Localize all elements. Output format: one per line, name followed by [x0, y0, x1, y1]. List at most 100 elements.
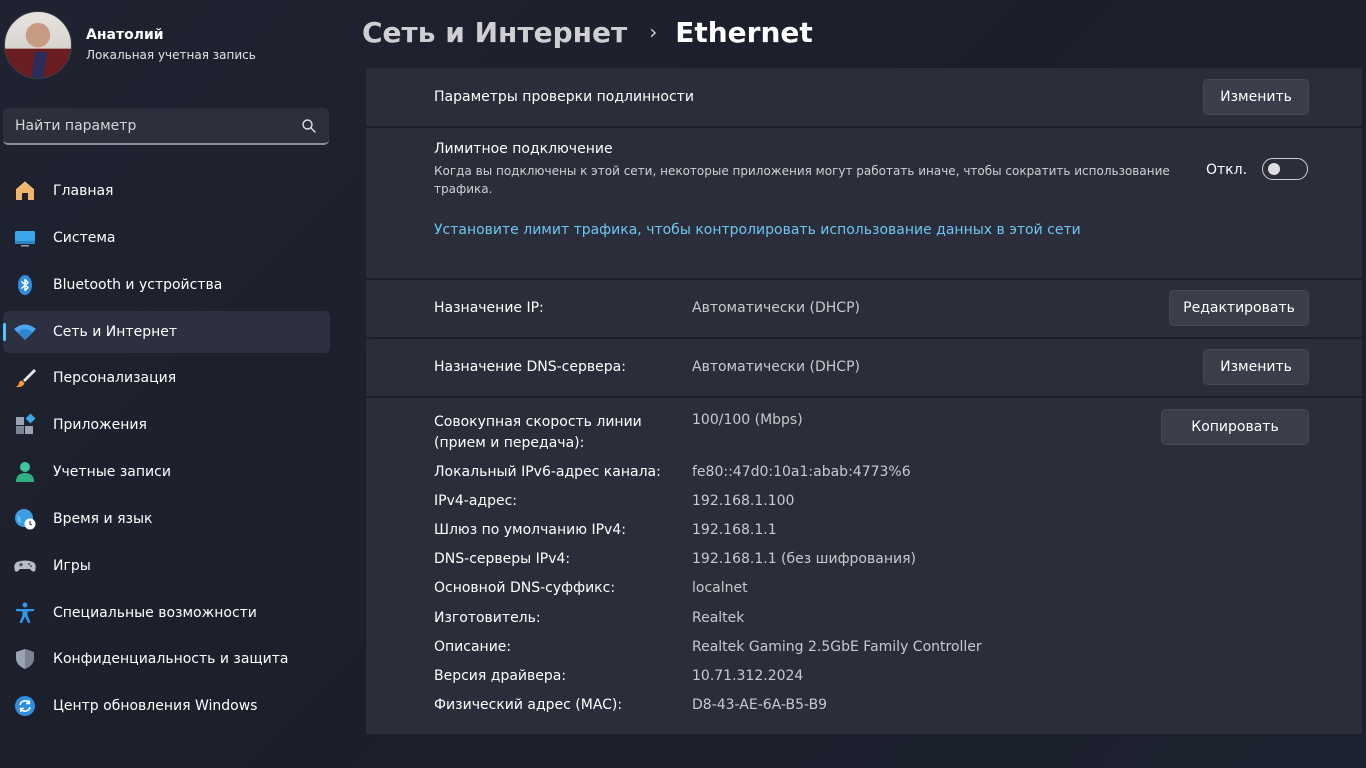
property-label: Описание:	[434, 639, 512, 655]
link-speed-value: 100/100 (Mbps)	[692, 412, 803, 428]
metered-toggle-state: Откл.	[1206, 162, 1248, 178]
breadcrumb-separator: ›	[649, 20, 658, 44]
property-row: IPv4-адрес: 192.168.1.100	[366, 493, 1362, 522]
property-label: Версия драйвера:	[434, 668, 567, 684]
avatar[interactable]	[4, 11, 72, 79]
property-label: Шлюз по умолчанию IPv4:	[434, 522, 626, 538]
gamepad-icon	[13, 554, 37, 578]
sidebar-item-privacy[interactable]: Конфиденциальность и защита	[3, 638, 330, 680]
accessibility-icon	[13, 601, 37, 625]
link-speed-label: Совокупная скорость линии (прием и перед…	[434, 412, 642, 454]
profile-account-type: Локальная учетная запись	[86, 48, 256, 62]
sidebar-item-label: Главная	[53, 183, 114, 199]
sidebar-item-label: Bluetooth и устройства	[53, 276, 223, 293]
brush-icon	[13, 366, 37, 390]
ip-assignment-label: Назначение IP:	[434, 300, 544, 316]
property-row: Основной DNS-суффикс: localnet	[366, 580, 1362, 609]
dns-assignment-card: Назначение DNS-сервера: Автоматически (D…	[366, 339, 1362, 396]
data-limit-link[interactable]: Установите лимит трафика, чтобы контроли…	[434, 222, 1081, 238]
home-icon	[13, 179, 37, 203]
auth-settings-card: Параметры проверки подлинности Изменить	[366, 68, 1362, 126]
bluetooth-icon	[13, 273, 37, 297]
metered-description: Когда вы подключены к этой сети, некотор…	[434, 164, 1170, 196]
breadcrumb-parent-link[interactable]: Сеть и Интернет	[362, 16, 627, 49]
wifi-icon	[13, 320, 37, 344]
user-profile[interactable]: Анатолий Локальная учетная запись	[4, 10, 256, 80]
sidebar-item-system[interactable]: Система	[3, 217, 330, 259]
metered-toggle[interactable]	[1262, 158, 1308, 180]
search-icon[interactable]	[301, 118, 317, 134]
sidebar-item-label: Приложения	[53, 417, 147, 434]
property-label: Основной DNS-суффикс:	[434, 580, 616, 596]
sidebar-nav: Главная Система Bluetooth и устройства С…	[3, 170, 330, 732]
dns-assignment-label: Назначение DNS-сервера:	[434, 359, 626, 375]
copy-button[interactable]: Копировать	[1161, 409, 1309, 445]
properties-card: Совокупная скорость линии (прием и перед…	[366, 398, 1362, 734]
auth-settings-label: Параметры проверки подлинности	[434, 89, 694, 105]
sidebar-item-label: Центр обновления Windows	[53, 698, 258, 715]
property-value: Realtek Gaming 2.5GbE Family Controller	[692, 639, 982, 655]
sidebar-item-accounts[interactable]: Учетные записи	[3, 451, 330, 493]
auth-edit-button[interactable]: Изменить	[1203, 79, 1309, 115]
property-value: Realtek	[692, 610, 745, 626]
ip-edit-button[interactable]: Редактировать	[1169, 290, 1309, 326]
search-box[interactable]	[3, 108, 329, 145]
sidebar-item-personalization[interactable]: Персонализация	[3, 357, 330, 399]
sidebar-item-label: Сеть и Интернет	[53, 323, 177, 340]
link-speed-label-line2: (прием и передача):	[434, 435, 585, 451]
property-label: DNS-серверы IPv4:	[434, 551, 571, 567]
property-value: fe80::47d0:10a1:abab:4773%6	[692, 464, 911, 480]
property-row: Физический адрес (MAC): D8-43-AE-6A-B5-B…	[366, 697, 1362, 726]
breadcrumb: Сеть и Интернет › Ethernet	[362, 12, 813, 52]
property-row: Локальный IPv6-адрес канала: fe80::47d0:…	[366, 464, 1362, 493]
property-row: Изготовитель: Realtek	[366, 610, 1362, 639]
sidebar: Анатолий Локальная учетная запись Главна…	[0, 0, 340, 768]
search-input[interactable]	[15, 117, 301, 134]
sidebar-item-label: Учетные записи	[53, 464, 171, 481]
sidebar-item-gaming[interactable]: Игры	[3, 545, 330, 587]
globe-clock-icon	[13, 507, 37, 531]
update-icon	[13, 694, 37, 718]
property-label: IPv4-адрес:	[434, 493, 517, 509]
page-title: Ethernet	[675, 15, 813, 49]
sidebar-item-home[interactable]: Главная	[3, 170, 330, 212]
metered-title: Лимитное подключение	[434, 141, 613, 157]
property-value: D8-43-AE-6A-B5-B9	[692, 697, 828, 713]
property-value: 192.168.1.100	[692, 493, 795, 509]
dns-edit-button[interactable]: Изменить	[1203, 349, 1309, 385]
sidebar-item-accessibility[interactable]: Специальные возможности	[3, 592, 330, 634]
property-row: Описание: Realtek Gaming 2.5GbE Family C…	[366, 639, 1362, 668]
sidebar-item-time-language[interactable]: Время и язык	[3, 498, 330, 540]
sidebar-item-label: Специальные возможности	[53, 604, 257, 621]
property-value: localnet	[692, 580, 748, 596]
person-icon	[13, 460, 37, 484]
sidebar-item-label: Игры	[53, 557, 91, 574]
sidebar-item-network[interactable]: Сеть и Интернет	[3, 310, 330, 353]
sidebar-item-label: Система	[53, 229, 116, 246]
property-value: 192.168.1.1 (без шифрования)	[692, 551, 916, 567]
sidebar-item-label: Время и язык	[53, 510, 153, 527]
property-value: 10.71.312.2024	[692, 668, 804, 684]
profile-text: Анатолий Локальная учетная запись	[86, 26, 256, 64]
sidebar-item-label: Конфиденциальность и защита	[53, 651, 289, 668]
shield-icon	[13, 647, 37, 671]
sidebar-item-windows-update[interactable]: Центр обновления Windows	[3, 685, 330, 727]
ip-assignment-value: Автоматически (DHCP)	[692, 300, 860, 316]
sidebar-item-apps[interactable]: Приложения	[3, 404, 330, 446]
property-value: 192.168.1.1	[692, 522, 777, 538]
main-content: Параметры проверки подлинности Изменить …	[366, 68, 1362, 734]
property-label: Изготовитель:	[434, 610, 541, 626]
property-row: DNS-серверы IPv4: 192.168.1.1 (без шифро…	[366, 551, 1362, 580]
property-row: Шлюз по умолчанию IPv4: 192.168.1.1	[366, 522, 1362, 551]
toggle-knob	[1268, 163, 1280, 175]
ip-assignment-card: Назначение IP: Автоматически (DHCP) Реда…	[366, 280, 1362, 337]
property-row: Версия драйвера: 10.71.312.2024	[366, 668, 1362, 697]
dns-assignment-value: Автоматически (DHCP)	[692, 359, 860, 375]
metered-connection-card: Лимитное подключение Когда вы подключены…	[366, 128, 1362, 278]
profile-name: Анатолий	[86, 27, 164, 43]
apps-icon	[13, 413, 37, 437]
property-label: Локальный IPv6-адрес канала:	[434, 464, 661, 480]
sidebar-item-bluetooth[interactable]: Bluetooth и устройства	[3, 264, 330, 306]
property-label: Физический адрес (MAC):	[434, 697, 623, 713]
sidebar-item-label: Персонализация	[53, 370, 177, 387]
